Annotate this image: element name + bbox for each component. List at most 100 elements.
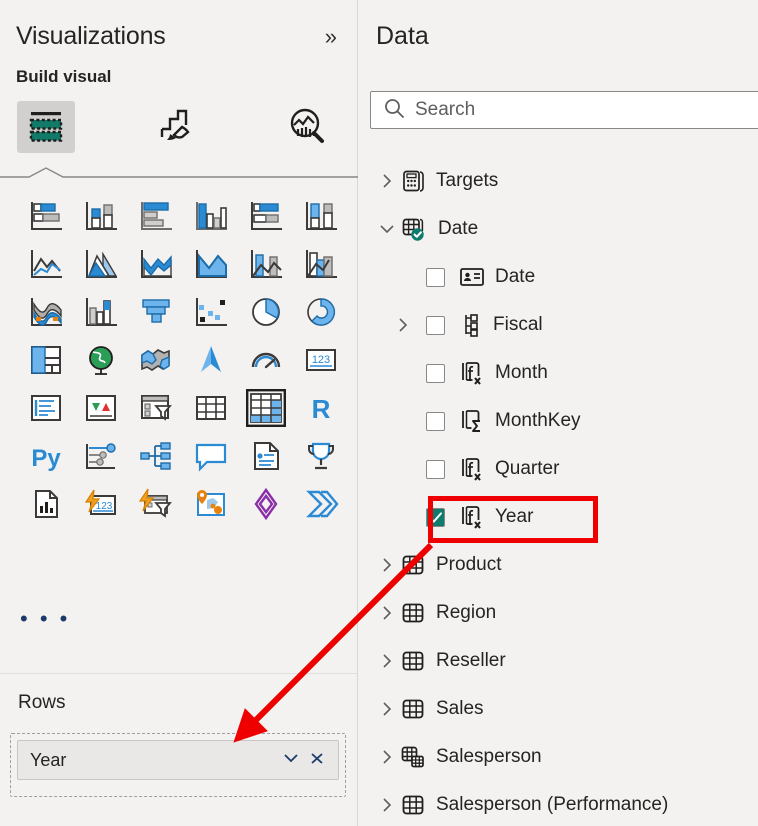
field-checkbox[interactable] (426, 315, 445, 335)
decomposition-tree-icon[interactable] (128, 432, 183, 480)
rows-well-chip[interactable]: Year (17, 740, 339, 780)
line-chart-icon[interactable] (18, 240, 73, 288)
scatter-plot-icon[interactable] (183, 288, 238, 336)
kpi-icon[interactable] (73, 384, 128, 432)
stacked-column-chart-icon[interactable] (73, 192, 128, 240)
tree-row-field-fiscal[interactable]: Fiscal (358, 301, 756, 349)
matrix-icon[interactable] (238, 384, 293, 432)
clustered-column-chart-icon[interactable] (183, 192, 238, 240)
field-checkbox[interactable] (426, 411, 445, 431)
fields-icon (26, 107, 66, 148)
card-icon[interactable]: 123 (293, 336, 348, 384)
chevron-down-icon[interactable] (374, 221, 400, 237)
close-icon[interactable] (304, 751, 330, 770)
area-chart-icon[interactable] (73, 240, 128, 288)
svg-text:123: 123 (311, 354, 329, 366)
tree-row-salesperson-performance[interactable]: Salesperson (Performance) (358, 781, 756, 826)
table-icon[interactable] (183, 384, 238, 432)
tree-row-date-table[interactable]: Date (358, 205, 756, 253)
stacked-bar-chart-icon[interactable] (18, 192, 73, 240)
search-input[interactable]: Search (370, 91, 758, 129)
tree-row-salesperson[interactable]: Salesperson (358, 733, 756, 781)
chevron-down-icon[interactable] (278, 751, 304, 770)
tree-row-targets[interactable]: Targets (358, 157, 756, 205)
date-table-icon (400, 215, 428, 243)
100-stacked-column-chart-icon[interactable] (293, 192, 348, 240)
metrics-icon[interactable] (293, 432, 348, 480)
field-checkbox[interactable] (426, 267, 445, 287)
tree-row-product[interactable]: Product (358, 541, 756, 589)
chevron-right-icon[interactable] (390, 317, 416, 333)
gauge-icon[interactable] (238, 336, 293, 384)
smart-narrative-icon[interactable] (238, 432, 293, 480)
calculated-column-icon (459, 456, 485, 482)
paginated-report-icon[interactable] (18, 480, 73, 528)
flow-visual-icon[interactable] (293, 480, 348, 528)
tree-row-region[interactable]: Region (358, 589, 756, 637)
tree-row-sales[interactable]: Sales (358, 685, 756, 733)
tree-row-field-year[interactable]: Year (358, 493, 756, 541)
scatter-chart-icon[interactable] (128, 288, 183, 336)
qna-icon[interactable] (183, 432, 238, 480)
tree-row-label: Date (438, 218, 479, 239)
chevron-right-icon[interactable] (374, 749, 400, 765)
visualizations-header: Visualizations » (0, 0, 357, 51)
chevron-right-icon[interactable] (374, 797, 400, 813)
ribbon-chart-icon[interactable] (293, 240, 348, 288)
chevron-right-icon[interactable] (374, 173, 400, 189)
python-visual-icon[interactable]: Py (18, 432, 73, 480)
clustered-bar-chart-icon[interactable] (128, 192, 183, 240)
power-bi-visual-icon[interactable] (238, 480, 293, 528)
treemap-icon[interactable] (18, 336, 73, 384)
funnel-chart-icon[interactable] (73, 288, 128, 336)
chevron-right-icon[interactable] (374, 701, 400, 717)
rows-well-dropzone[interactable]: Year (10, 733, 346, 797)
field-checkbox[interactable] (426, 459, 445, 479)
tab-selection-indicator (0, 166, 358, 178)
line-and-clustered-column-chart-icon[interactable] (238, 240, 293, 288)
key-influencers-icon[interactable] (73, 432, 128, 480)
tab-format-visual[interactable] (148, 101, 206, 153)
tree-row-field-month[interactable]: Month (358, 349, 756, 397)
azure-map-icon[interactable] (183, 336, 238, 384)
chevron-right-icon[interactable] (374, 605, 400, 621)
pie-chart-icon[interactable] (238, 288, 293, 336)
wells-divider (0, 673, 357, 674)
chevron-right-icon[interactable] (374, 653, 400, 669)
map-icon[interactable] (73, 336, 128, 384)
tree-row-label: MonthKey (495, 410, 581, 431)
r-script-visual-icon[interactable]: R (293, 384, 348, 432)
stacked-area-chart-icon[interactable] (128, 240, 183, 288)
tree-row-field-quarter[interactable]: Quarter (358, 445, 756, 493)
tree-row-label: Date (495, 266, 536, 287)
waterfall-chart-icon[interactable] (18, 288, 73, 336)
field-checkbox[interactable] (426, 363, 445, 383)
arcgis-maps-icon[interactable] (183, 480, 238, 528)
tab-build-fields[interactable] (17, 101, 75, 153)
tree-row-label: Month (495, 362, 548, 383)
tab-analytics[interactable] (278, 101, 336, 153)
100-stacked-bar-chart-icon[interactable] (238, 192, 293, 240)
data-pane: Data Search Targets Date Date Fiscal Mon… (358, 0, 758, 826)
calculated-column-icon (459, 504, 485, 530)
tree-row-label: Targets (436, 170, 499, 191)
collapse-pane-icon[interactable]: » (319, 24, 339, 50)
filled-map-icon[interactable] (128, 336, 183, 384)
paintbrush-icon (155, 105, 199, 150)
more-visuals-icon[interactable]: • • • (20, 607, 70, 629)
date-field-icon (459, 266, 485, 288)
tree-row-label: Year (495, 506, 534, 527)
field-checkbox-checked[interactable] (426, 507, 445, 527)
calculated-column-icon (459, 360, 485, 386)
tree-row-field-monthkey[interactable]: MonthKey (358, 397, 756, 445)
multi-row-card-icon[interactable] (18, 384, 73, 432)
table-icon (400, 552, 426, 578)
tree-row-reseller[interactable]: Reseller (358, 637, 756, 685)
tree-row-field-date[interactable]: Date (358, 253, 756, 301)
power-apps-icon[interactable]: 123 (73, 480, 128, 528)
line-and-stacked-column-chart-icon[interactable] (183, 240, 238, 288)
power-automate-icon[interactable] (128, 480, 183, 528)
donut-chart-icon[interactable] (293, 288, 348, 336)
slicer-icon[interactable] (128, 384, 183, 432)
chevron-right-icon[interactable] (374, 557, 400, 573)
